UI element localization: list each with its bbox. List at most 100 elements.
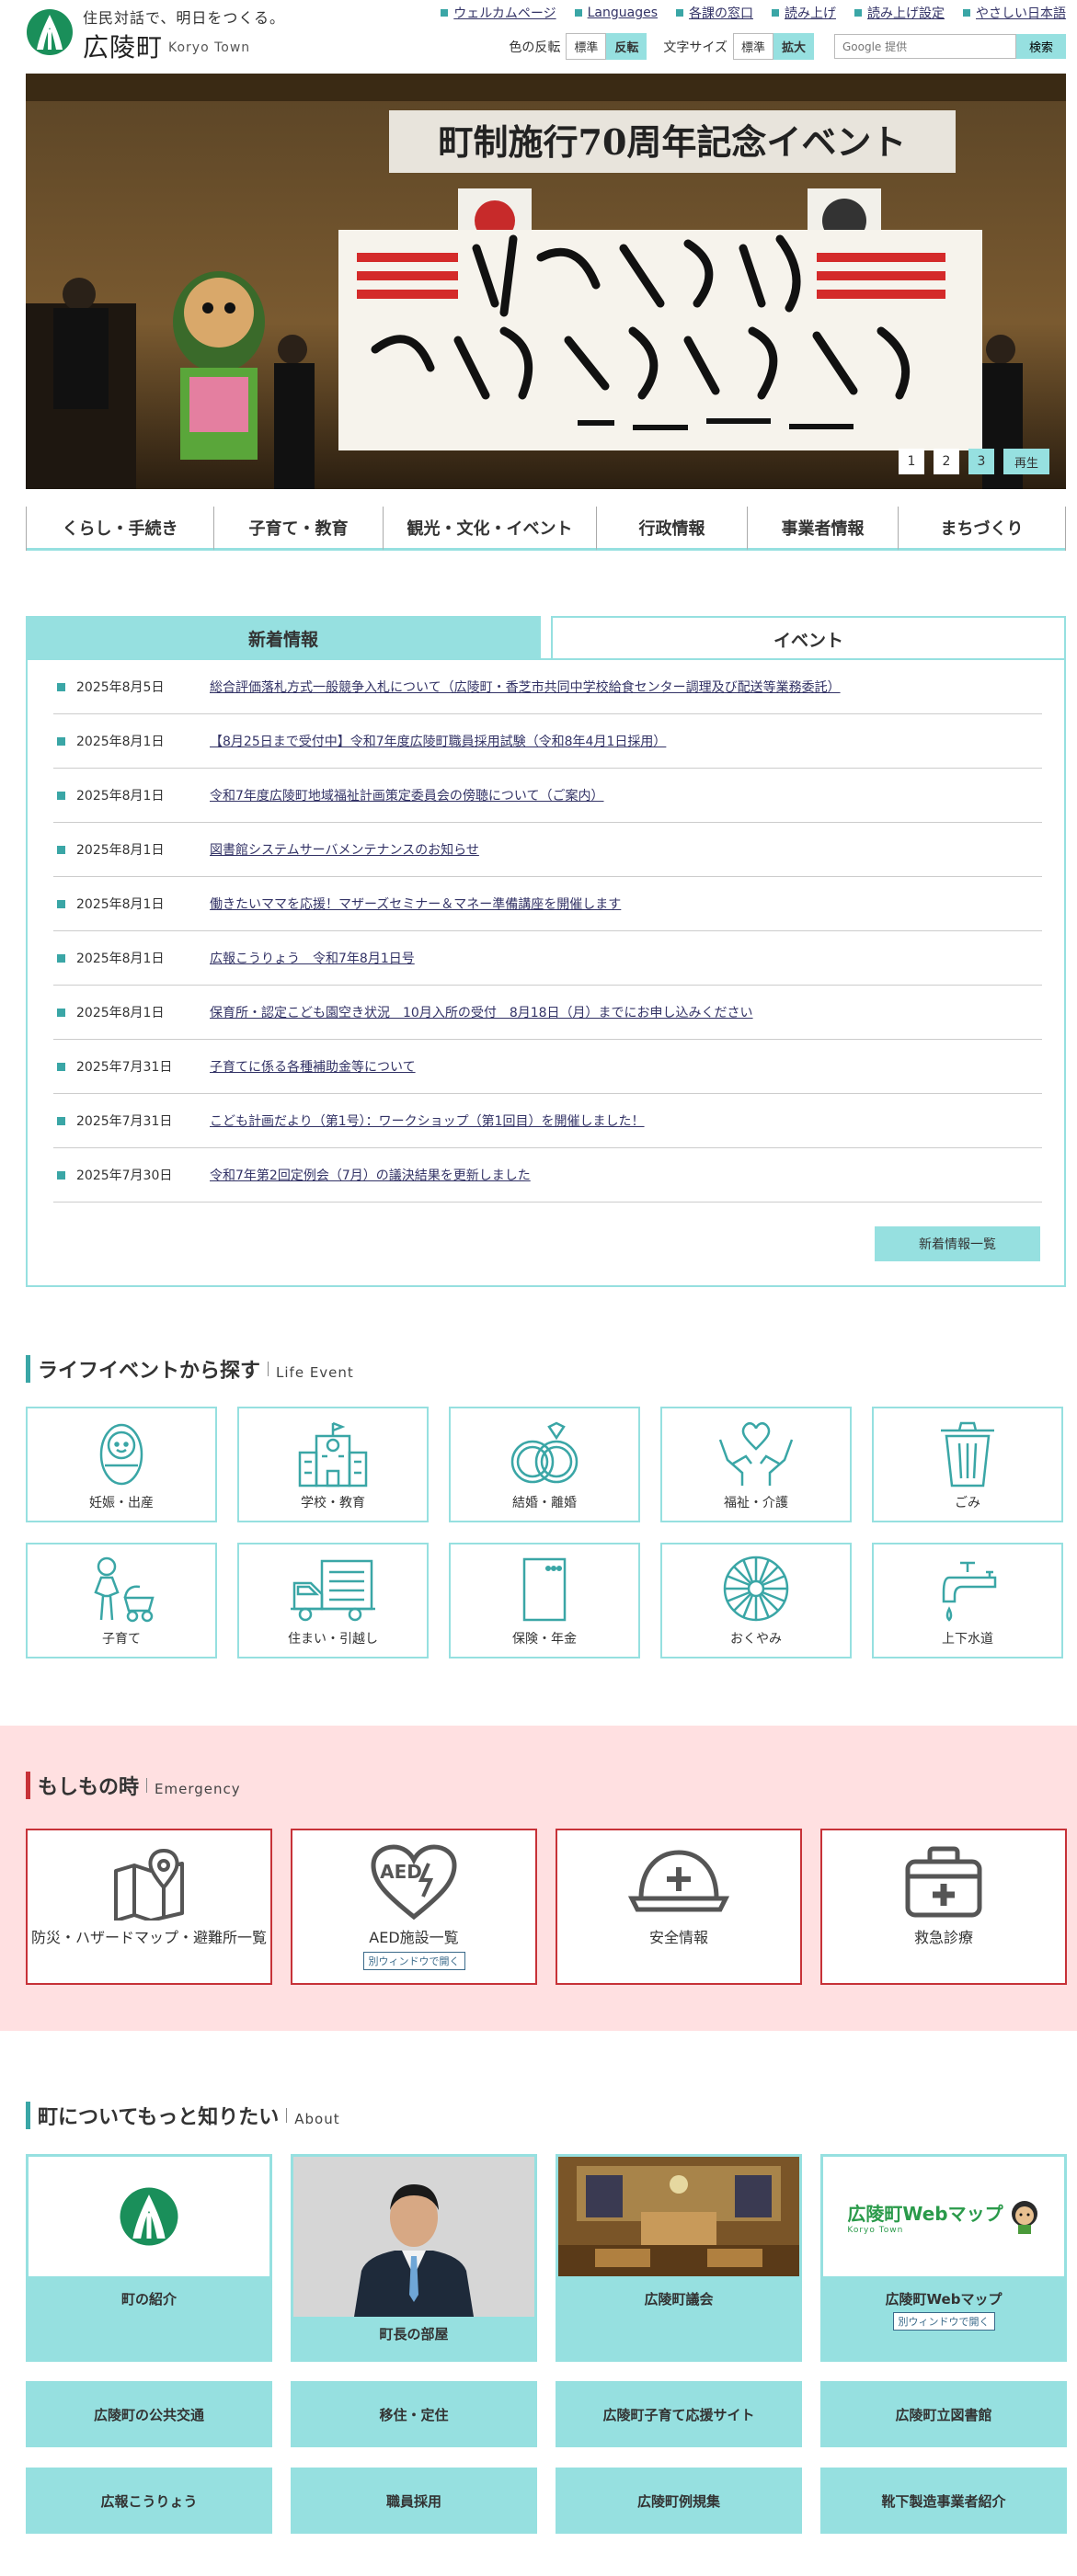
font-large-button[interactable]: 拡大: [773, 33, 814, 60]
link-relocation[interactable]: 移住・定住: [291, 2381, 537, 2447]
life-event-label: 妊娠・出産: [89, 1496, 154, 1510]
bullet-square-icon: [57, 1008, 65, 1017]
emergency-clinic[interactable]: 救急診療: [820, 1829, 1067, 1985]
color-invert-button[interactable]: 反転: [606, 33, 647, 60]
link-label[interactable]: ウェルカムページ: [453, 4, 556, 22]
departments-link[interactable]: 各課の窓口: [676, 4, 753, 22]
news-item: 2025年8月1日 令和7年度広陵町地域福祉計画策定委員会の傍聴について（ご案内）: [53, 769, 1042, 823]
news-title-link[interactable]: 総合評価落札方式一般競争入札について（広陵町・香芝市共同中学校給食センター調理及…: [210, 678, 841, 696]
nav-administration[interactable]: 行政情報: [597, 507, 748, 551]
nav-tourism[interactable]: 観光・文化・イベント: [384, 507, 597, 551]
heading-bar: [26, 1355, 30, 1383]
news-title-link[interactable]: 保育所・認定こども園空き状況 10月入所の受付 8月18日（月）までにお申し込み…: [210, 1003, 753, 1021]
life-event-label: ごみ: [955, 1496, 980, 1510]
news-title-link[interactable]: 【8月25日まで受付中】令和7年度広陵町職員採用試験（令和8年4月1日採用）: [210, 732, 666, 750]
news-title-link[interactable]: 働きたいママを応援！マザーズセミナー＆マネー準備講座を開催します: [210, 895, 621, 913]
heading-bar: [26, 1772, 30, 1799]
bullet-square-icon: [57, 736, 65, 746]
emergency-label: AED施設一覧: [369, 1929, 459, 1946]
link-recruitment[interactable]: 職員採用: [291, 2468, 537, 2534]
emergency-disaster-map[interactable]: 防災・ハザードマップ・避難所一覧: [26, 1829, 272, 1985]
life-event-housing[interactable]: 住まい・引越し: [237, 1543, 429, 1658]
news-title-link[interactable]: 令和7年第2回定例会（7月）の議決結果を更新しました: [210, 1166, 531, 1184]
about-grid: 町の紹介 町長の部屋 広陵町議会 広陵町Webマップ Koryo Town 広陵…: [26, 2154, 1067, 2362]
about-web-map[interactable]: 広陵町Webマップ Koryo Town 広陵町Webマップ 別ウィンドウで開く: [820, 2154, 1067, 2362]
helmet-icon: [628, 1850, 729, 1912]
life-event-condolence[interactable]: おくやみ: [660, 1543, 852, 1658]
link-label[interactable]: Languages: [588, 6, 658, 20]
news-title-link[interactable]: 令和7年度広陵町地域福祉計画策定委員会の傍聴について（ご案内）: [210, 786, 604, 804]
about-town-council[interactable]: 広陵町議会: [556, 2154, 802, 2362]
news-title-link[interactable]: 広報こうりょう 令和7年8月1日号: [210, 949, 415, 967]
life-event-insurance[interactable]: 保険・年金: [449, 1543, 640, 1658]
life-event-school[interactable]: 学校・教育: [237, 1407, 429, 1522]
font-normal-button[interactable]: 標準: [732, 33, 773, 60]
languages-link[interactable]: Languages: [574, 4, 658, 22]
town-logo-icon[interactable]: [26, 7, 74, 57]
emergency-safety[interactable]: 安全情報: [556, 1829, 802, 1985]
emergency-aed[interactable]: AED AED施設一覧 別ウィンドウで開く: [291, 1829, 537, 1985]
slide-1-button[interactable]: 1: [898, 449, 924, 474]
slideshow-play-button[interactable]: 再生: [1003, 449, 1049, 474]
bullet-square-icon: [441, 9, 449, 17]
rings-icon: [510, 1421, 579, 1484]
search-button[interactable]: 検索: [1016, 34, 1066, 59]
link-sock-makers[interactable]: 靴下製造事業者紹介: [820, 2468, 1067, 2534]
link-label[interactable]: 各課の窓口: [689, 4, 753, 22]
bullet-square-icon: [772, 9, 779, 17]
slide-2-button[interactable]: 2: [933, 449, 959, 474]
link-library[interactable]: 広陵町立図書館: [820, 2381, 1067, 2447]
font-size-toggle: 標準 拡大: [732, 33, 814, 60]
tab-event[interactable]: イベント: [551, 616, 1066, 660]
site-header: 住民対話で、明日をつくる。 広陵町 Koryo Town ウェルカムページ La…: [0, 0, 1077, 72]
about-heading: 町についてもっと知りたい About: [26, 2101, 340, 2130]
life-event-label: おくやみ: [730, 1632, 782, 1647]
nav-childcare[interactable]: 子育て・教育: [214, 507, 384, 551]
mascot-icon: [1011, 2201, 1037, 2234]
life-event-welfare[interactable]: 福祉・介護: [660, 1407, 852, 1522]
news-list-all-button[interactable]: 新着情報一覧: [875, 1226, 1040, 1261]
life-event-pregnancy[interactable]: 妊娠・出産: [26, 1407, 217, 1522]
news-item: 2025年8月1日 広報こうりょう 令和7年8月1日号: [53, 931, 1042, 986]
link-label[interactable]: 読み上げ設定: [867, 4, 945, 22]
moving-truck-icon: [291, 1559, 375, 1622]
color-invert-label: 色の反転: [509, 40, 561, 55]
aed-heart-icon: AED: [371, 1844, 457, 1921]
news-title-link[interactable]: 子育てに係る各種補助金等について: [210, 1057, 416, 1076]
bullet-square-icon: [676, 9, 683, 17]
nav-town-planning[interactable]: まちづくり: [899, 507, 1065, 551]
hero-slideshow[interactable]: 町制施行70周年記念イベント 1 2 3 再生: [26, 74, 1066, 489]
section-title: 町についてもっと知りたい: [38, 2106, 280, 2129]
news-panel: 2025年8月5日 総合評価落札方式一般競争入札について（広陵町・香芝市共同中学校…: [26, 658, 1066, 1287]
life-event-garbage[interactable]: ごみ: [872, 1407, 1063, 1522]
about-mayor-room[interactable]: 町長の部屋: [291, 2154, 537, 2362]
slide-3-button[interactable]: 3: [968, 449, 994, 474]
link-public-transport[interactable]: 広陵町の公共交通: [26, 2381, 272, 2447]
search-input[interactable]: [834, 34, 1016, 59]
site-name[interactable]: 広陵町: [83, 28, 163, 64]
news-title-link[interactable]: こども計画だより（第1号）：ワークショップ（第1回目）を開催しました！: [210, 1111, 645, 1130]
color-normal-button[interactable]: 標準: [566, 33, 607, 60]
link-label[interactable]: やさしい日本語: [976, 4, 1066, 22]
read-aloud-link[interactable]: 読み上げ: [772, 4, 836, 22]
easy-japanese-link[interactable]: やさしい日本語: [963, 4, 1066, 22]
link-regulations[interactable]: 広陵町例規集: [556, 2468, 802, 2534]
tab-news[interactable]: 新着情報: [26, 616, 541, 660]
life-event-heading: ライフイベントから探す Life Event: [26, 1354, 354, 1384]
life-event-marriage[interactable]: 結婚・離婚: [449, 1407, 640, 1522]
link-public-relations[interactable]: 広報こうりょう: [26, 2468, 272, 2534]
link-childcare-site[interactable]: 広陵町子育て応援サイト: [556, 2381, 802, 2447]
svg-text:AED: AED: [380, 1861, 422, 1883]
news-title-link[interactable]: 図書館システムサーバメンテナンスのお知らせ: [210, 840, 479, 859]
life-event-childcare[interactable]: 子育て: [26, 1543, 217, 1658]
link-label[interactable]: 読み上げ: [785, 4, 836, 22]
read-aloud-settings-link[interactable]: 読み上げ設定: [854, 4, 945, 22]
welcome-page-link[interactable]: ウェルカムページ: [441, 4, 556, 22]
color-toggle: 標準 反転: [566, 33, 647, 60]
site-tagline: 住民対話で、明日をつくる。: [83, 9, 286, 27]
about-town-intro[interactable]: 町の紹介: [26, 2154, 272, 2362]
life-event-water[interactable]: 上下水道: [872, 1543, 1063, 1658]
nav-business[interactable]: 事業者情報: [748, 507, 899, 551]
heading-bar: [26, 2102, 30, 2129]
nav-living[interactable]: くらし・手続き: [27, 507, 214, 551]
